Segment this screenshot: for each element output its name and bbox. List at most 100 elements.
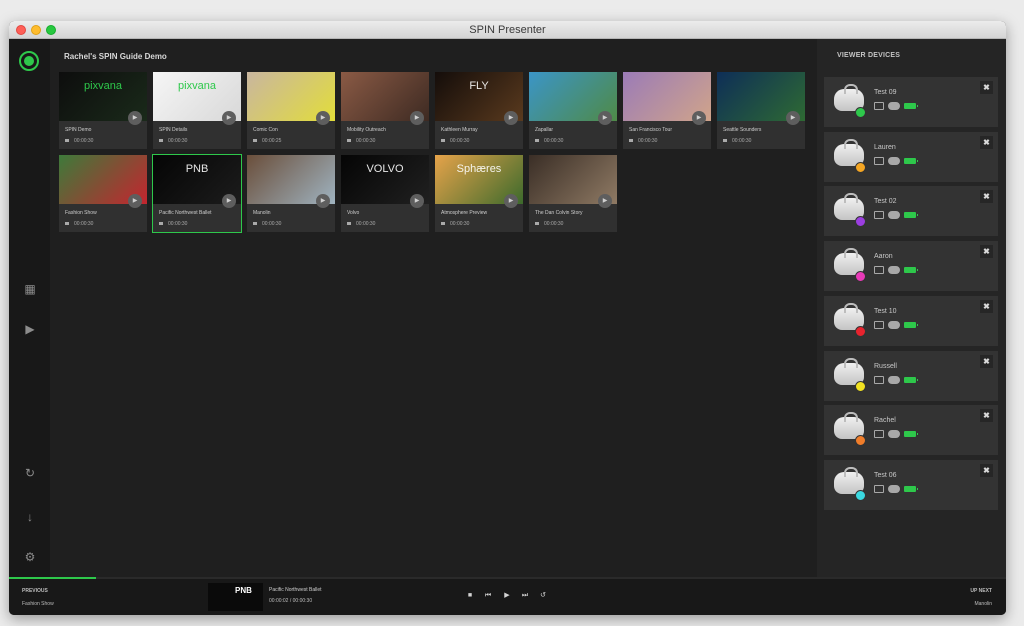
video-name: Zapallar [535, 127, 554, 133]
video-card[interactable]: Sphæres ▶ Atmosphere Preview 00:00:30 [435, 155, 523, 232]
video-card[interactable]: FLY ▶ Kathleen Murray 00:00:30 [435, 72, 523, 149]
video-duration: 00:00:30 [65, 138, 93, 144]
current-video-title: Pacific Northwest Ballet [269, 587, 322, 593]
download-icon[interactable]: ↓ [22, 509, 38, 525]
remove-device-button[interactable]: ✖ [980, 299, 993, 313]
play-icon[interactable]: ▶ [316, 111, 330, 125]
device-color-dot [855, 380, 866, 392]
playlist-icon[interactable]: ▶ [22, 321, 38, 337]
remove-device-button[interactable]: ✖ [980, 81, 993, 94]
up-next-video[interactable]: Manolin [974, 601, 992, 607]
device-color-dot [855, 325, 866, 337]
duration-text: 00:00:30 [74, 138, 94, 144]
duration-text: 00:00:30 [732, 138, 752, 144]
play-icon[interactable]: ▶ [598, 194, 612, 208]
battery-icon [904, 267, 918, 274]
thumbnail-text: FLY [469, 80, 489, 92]
player-bar: PREVIOUS Fashion Show PNB Pacific Northw… [9, 577, 1006, 615]
play-icon[interactable]: ▶ [692, 111, 706, 125]
video-duration: 00:00:30 [441, 221, 469, 227]
replay-icon[interactable]: ↺ [538, 591, 548, 601]
play-icon[interactable]: ▶ [502, 591, 512, 601]
play-icon[interactable]: ▶ [128, 111, 142, 125]
video-card[interactable]: pixvana ▶ SPIN Details 00:00:30 [153, 72, 241, 149]
progress-bar[interactable] [9, 577, 1006, 579]
current-video-time: 00:00:02 / 00:00:30 [269, 598, 313, 604]
play-icon[interactable]: ▶ [410, 111, 424, 125]
grid-view-icon[interactable]: ▦ [22, 281, 38, 297]
cast-icon [874, 375, 884, 384]
viewer-device[interactable]: Lauren ✖ [824, 131, 998, 182]
thumbnail-text: pixvana [178, 80, 216, 92]
play-icon[interactable]: ▶ [316, 194, 330, 208]
remove-device-button[interactable]: ✖ [980, 245, 993, 259]
device-color-dot [855, 107, 866, 118]
video-name: Pacific Northwest Ballet [159, 210, 212, 216]
play-icon[interactable]: ▶ [598, 111, 612, 125]
viewer-device[interactable]: Russell ✖ [824, 350, 998, 401]
stop-icon[interactable]: ■ [465, 591, 475, 601]
video-camera-icon [441, 139, 445, 143]
play-icon[interactable]: ▶ [128, 194, 142, 208]
video-card[interactable]: PNB ▶ Pacific Northwest Ballet 00:00:30 [152, 154, 242, 233]
remove-device-button[interactable]: ✖ [980, 463, 993, 477]
viewer-device[interactable]: Test 09 ✖ [824, 77, 998, 127]
duration-text: 00:00:30 [638, 138, 658, 144]
video-camera-icon [159, 222, 163, 226]
video-card[interactable]: ▶ Seattle Sounders 00:00:30 [717, 72, 805, 149]
viewer-device[interactable]: Test 06 ✖ [824, 459, 998, 510]
video-card[interactable]: ▶ The Dan Colvin Story 00:00:30 [529, 155, 617, 232]
video-camera-icon [65, 222, 69, 226]
viewer-device[interactable]: Rachel ✖ [824, 405, 998, 456]
video-camera-icon [347, 222, 351, 226]
video-card[interactable]: ▶ Manolin 00:00:30 [247, 155, 335, 232]
viewer-device[interactable]: Aaron ✖ [824, 241, 998, 292]
up-next-label: UP NEXT [970, 588, 992, 594]
video-card[interactable]: VOLVO ▶ Volvo 00:00:30 [341, 155, 429, 232]
previous-label: PREVIOUS [22, 588, 48, 594]
video-duration: 00:00:30 [253, 221, 281, 227]
play-icon[interactable]: ▶ [786, 111, 800, 125]
refresh-icon[interactable]: ↻ [22, 465, 38, 481]
viewer-device[interactable]: Test 10 ✖ [824, 295, 998, 346]
play-icon[interactable]: ▶ [222, 111, 236, 125]
battery-icon [904, 431, 918, 438]
video-card[interactable]: ▶ Mobility Outreach 00:00:30 [341, 72, 429, 149]
video-name: SPIN Demo [65, 127, 92, 133]
video-duration: 00:00:30 [65, 221, 93, 227]
video-duration: 00:00:30 [159, 138, 187, 144]
settings-gear-icon[interactable]: ⚙ [22, 549, 38, 565]
previous-video[interactable]: Fashion Show [22, 601, 54, 607]
remove-device-button[interactable]: ✖ [980, 190, 993, 204]
play-icon[interactable]: ▶ [222, 194, 236, 208]
play-icon[interactable]: ▶ [504, 111, 518, 125]
video-camera-icon [253, 139, 257, 143]
cloud-download-icon [888, 156, 900, 165]
library-panel: Rachel's SPIN Guide Demo pixvana ▶ SPIN De… [50, 39, 817, 577]
video-card[interactable]: ▶ San Francisco Tour 00:00:30 [623, 72, 711, 149]
cast-icon [874, 102, 884, 110]
video-card[interactable]: ▶ Comic Con 00:00:25 [247, 72, 335, 149]
viewer-device[interactable]: Test 02 ✖ [824, 186, 998, 237]
play-icon[interactable]: ▶ [410, 194, 424, 208]
previous-track-icon[interactable]: ⏮ [483, 591, 493, 601]
remove-device-button[interactable]: ✖ [980, 354, 993, 368]
video-duration: 00:00:30 [535, 138, 563, 144]
remove-device-button[interactable]: ✖ [980, 409, 993, 423]
current-video-thumbnail: PNB [208, 583, 263, 611]
title-bar: SPIN Presenter [9, 21, 1006, 39]
device-name: Lauren [874, 143, 896, 151]
device-name: Russell [874, 362, 897, 370]
video-card[interactable]: ▶ Zapallar 00:00:30 [529, 72, 617, 149]
video-card[interactable]: ▶ Fashion Show 00:00:30 [59, 155, 147, 232]
play-icon[interactable]: ▶ [504, 194, 518, 208]
cloud-download-icon [888, 484, 900, 493]
cloud-download-icon [888, 430, 900, 439]
device-color-dot [855, 216, 866, 228]
next-track-icon[interactable]: ⏭ [520, 591, 530, 601]
remove-device-button[interactable]: ✖ [980, 135, 993, 149]
video-card[interactable]: pixvana ▶ SPIN Demo 00:00:30 [59, 72, 147, 149]
device-name: Test 06 [874, 471, 897, 479]
device-color-dot [855, 271, 866, 283]
cast-icon [874, 484, 884, 493]
